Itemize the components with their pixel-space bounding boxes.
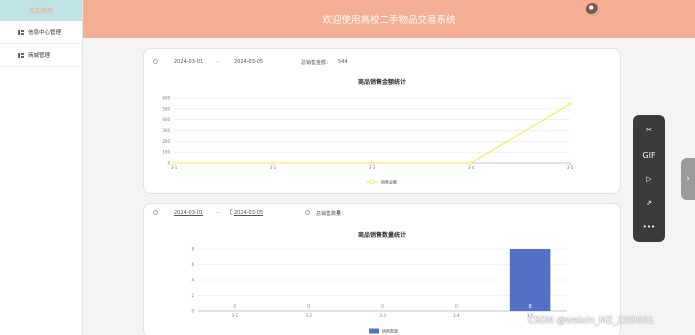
more-icon[interactable]: ••• bbox=[633, 217, 665, 237]
data-label: 0 bbox=[455, 304, 458, 310]
sidebar-item-mall[interactable]: 商城管理 bbox=[0, 44, 82, 67]
y-tick-label: 2 bbox=[191, 293, 194, 298]
data-label: 0 bbox=[381, 304, 384, 310]
data-point bbox=[370, 161, 374, 165]
data-label: 0 bbox=[233, 304, 236, 310]
data-point bbox=[271, 161, 275, 165]
y-tick-label: 8 bbox=[191, 247, 194, 252]
x-tick-label: 3-5 bbox=[567, 165, 574, 170]
y-tick-label: 500 bbox=[162, 106, 170, 111]
data-label: 0 bbox=[307, 304, 310, 310]
x-tick-label: 3-1 bbox=[171, 165, 178, 170]
y-tick-label: 6 bbox=[191, 262, 194, 267]
avatar[interactable] bbox=[586, 3, 599, 16]
bar bbox=[509, 249, 551, 311]
x-tick-label: 3-2 bbox=[305, 313, 312, 318]
watermark: CSDN @weixin_MZ_ZXD001 bbox=[528, 316, 654, 326]
data-point bbox=[172, 161, 176, 165]
gif-icon[interactable]: GIF bbox=[633, 145, 665, 165]
grid-icon bbox=[18, 52, 24, 58]
x-tick-label: 3-4 bbox=[453, 313, 460, 318]
chevron-right-icon[interactable]: › bbox=[681, 158, 695, 200]
x-tick-label: 3-3 bbox=[369, 165, 376, 170]
y-tick-label: 300 bbox=[162, 128, 170, 133]
sidebar-item-label: 商城管理 bbox=[28, 53, 51, 59]
x-tick-label: 3-4 bbox=[468, 165, 475, 170]
legend-label: 销售金额 bbox=[381, 179, 397, 185]
y-tick-label: 400 bbox=[162, 117, 170, 122]
page-title: 欢迎使用高校二手物品交易系统 bbox=[322, 15, 456, 26]
data-point bbox=[568, 102, 572, 106]
y-tick-label: 600 bbox=[162, 96, 170, 101]
share-icon[interactable]: ⇗ bbox=[633, 193, 665, 213]
sidebar: 欢迎使用 信息中心管理 商城管理 bbox=[0, 0, 83, 335]
legend-marker bbox=[369, 179, 375, 185]
sidebar-logo: 欢迎使用 bbox=[0, 0, 82, 21]
sales-amount-card: 2024-03-01 - 2024-03-05 总销售金额： 544 商品销售金… bbox=[143, 48, 621, 194]
grid-icon bbox=[18, 29, 24, 35]
record-icon[interactable]: ▷ bbox=[633, 169, 665, 189]
data-label: 8 bbox=[529, 304, 532, 310]
y-tick-label: 0 bbox=[191, 309, 194, 314]
series-line bbox=[174, 103, 571, 164]
screen-capture-toolbar: ✂ GIF ▷ ⇗ ••• bbox=[633, 115, 665, 242]
data-point bbox=[469, 161, 473, 165]
sidebar-item-label: 信息中心管理 bbox=[28, 30, 62, 36]
y-tick-label: 100 bbox=[162, 150, 170, 155]
scissors-icon[interactable]: ✂ bbox=[633, 120, 665, 140]
header: 欢迎使用高校二手物品交易系统 bbox=[83, 0, 695, 38]
y-tick-label: 200 bbox=[162, 139, 170, 144]
x-tick-label: 3-3 bbox=[379, 313, 386, 318]
sales-line-chart: 01002003004005006003-1 3-2 3-3 3-4 3-5销售金额 bbox=[162, 96, 574, 185]
legend-label: 销售数量 bbox=[382, 328, 398, 334]
y-tick-label: 4 bbox=[191, 278, 194, 283]
x-tick-label: 3-2 bbox=[270, 165, 277, 170]
sidebar-item-info-center[interactable]: 信息中心管理 bbox=[0, 21, 82, 44]
x-tick-label: 3-1 bbox=[232, 313, 239, 318]
legend-swatch bbox=[369, 328, 379, 334]
